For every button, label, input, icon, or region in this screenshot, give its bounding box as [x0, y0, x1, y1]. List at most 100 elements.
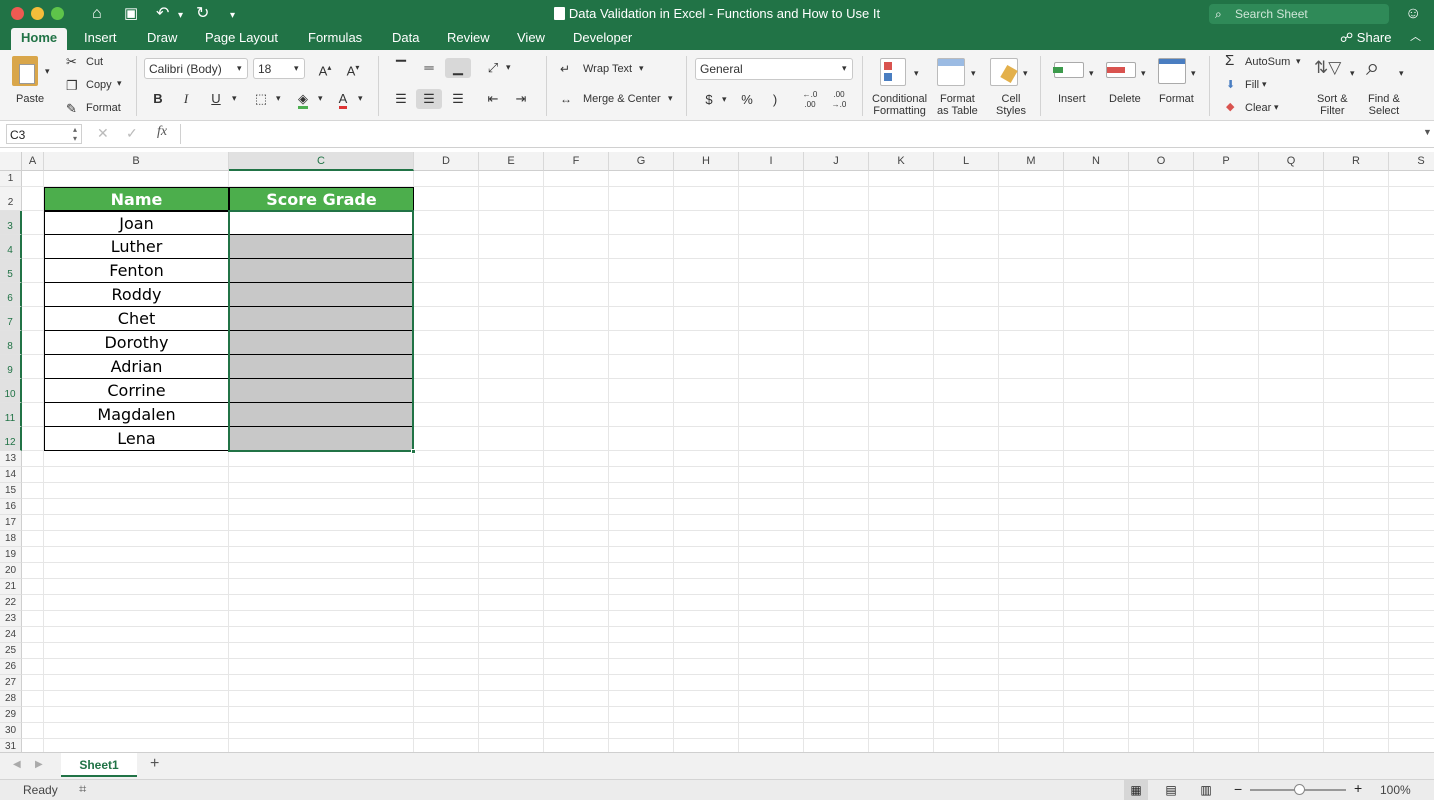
name-cell[interactable]: Lena: [44, 427, 229, 451]
sort-filter-icon[interactable]: ⇅▽: [1314, 58, 1341, 78]
column-header-n[interactable]: N: [1064, 152, 1129, 171]
font-name-select[interactable]: Calibri (Body) ▾: [144, 58, 248, 79]
tab-view[interactable]: View: [507, 28, 555, 50]
row-header-6[interactable]: 6: [0, 283, 22, 307]
format-cells-button[interactable]: Format: [1159, 93, 1194, 105]
italic-button[interactable]: I: [173, 89, 199, 109]
fill-color-dropdown-icon[interactable]: ▾: [318, 93, 323, 104]
row-header-24[interactable]: 24: [0, 627, 22, 643]
search-input[interactable]: ⌕ Search Sheet: [1209, 4, 1389, 24]
row-header-8[interactable]: 8: [0, 331, 22, 355]
paste-label[interactable]: Paste: [16, 93, 44, 105]
paste-icon[interactable]: [12, 56, 38, 86]
row-header-7[interactable]: 7: [0, 307, 22, 331]
column-header-g[interactable]: G: [609, 152, 674, 171]
copy-button[interactable]: Copy: [86, 79, 112, 91]
name-cell[interactable]: Dorothy: [44, 331, 229, 355]
format-table-dropdown-icon[interactable]: ▾: [971, 68, 976, 79]
grade-cell[interactable]: [229, 355, 414, 379]
grade-cell[interactable]: [229, 235, 414, 259]
fill-handle[interactable]: [411, 449, 416, 454]
tab-insert[interactable]: Insert: [74, 28, 127, 50]
column-header-b[interactable]: B: [44, 152, 229, 171]
grade-cell[interactable]: [229, 307, 414, 331]
align-top-icon[interactable]: ▔: [388, 58, 414, 78]
row-header-18[interactable]: 18: [0, 531, 22, 547]
tab-draw[interactable]: Draw: [137, 28, 187, 50]
currency-button[interactable]: $: [696, 90, 722, 110]
format-as-table-icon[interactable]: [937, 58, 965, 86]
column-header-k[interactable]: K: [869, 152, 934, 171]
share-button[interactable]: ☍ Share: [1330, 28, 1402, 50]
name-cell[interactable]: Roddy: [44, 283, 229, 307]
autosum-dropdown-icon[interactable]: ▾: [1296, 56, 1301, 67]
cell-styles-icon[interactable]: [990, 58, 1018, 86]
row-header-22[interactable]: 22: [0, 595, 22, 611]
select-all-corner[interactable]: [0, 152, 22, 171]
font-color-dropdown-icon[interactable]: ▾: [358, 93, 363, 104]
column-header-l[interactable]: L: [934, 152, 999, 171]
active-grade-cell[interactable]: [229, 211, 414, 235]
column-header-o[interactable]: O: [1129, 152, 1194, 171]
format-painter-button[interactable]: Format: [86, 102, 121, 114]
grade-cell[interactable]: [229, 283, 414, 307]
account-icon[interactable]: ☺: [1405, 4, 1421, 24]
find-select-icon[interactable]: ⌕: [1366, 54, 1379, 82]
format-as-table-button[interactable]: Format as Table: [937, 93, 978, 117]
expand-formula-bar-icon[interactable]: ▼: [1423, 127, 1432, 137]
percent-button[interactable]: %: [734, 90, 760, 110]
tab-home[interactable]: Home: [11, 28, 68, 50]
currency-dropdown-icon[interactable]: ▾: [722, 94, 727, 105]
row-header-1[interactable]: 1: [0, 171, 22, 187]
align-bottom-icon[interactable]: ▁: [445, 58, 471, 78]
number-format-select[interactable]: General ▾: [695, 58, 853, 80]
zoom-in-icon[interactable]: +: [1354, 780, 1362, 796]
align-center-icon[interactable]: ☰: [416, 89, 442, 109]
name-cell[interactable]: Magdalen: [44, 403, 229, 427]
prev-sheet-icon[interactable]: ◀: [13, 759, 21, 770]
page-break-view-icon[interactable]: ▥: [1196, 780, 1216, 800]
increase-font-size-icon[interactable]: A▴: [312, 58, 338, 78]
tab-review[interactable]: Review: [437, 28, 500, 50]
tab-page-layout[interactable]: Page Layout: [195, 28, 288, 50]
row-header-20[interactable]: 20: [0, 563, 22, 579]
name-cell[interactable]: Fenton: [44, 259, 229, 283]
grade-cell[interactable]: [229, 427, 414, 451]
column-header-s[interactable]: S: [1389, 152, 1434, 171]
increase-decimal-icon[interactable]: ←.0.00: [797, 90, 823, 110]
column-header-h[interactable]: H: [674, 152, 739, 171]
column-header-f[interactable]: F: [544, 152, 609, 171]
paste-dropdown-icon[interactable]: ▾: [45, 66, 50, 77]
row-header-4[interactable]: 4: [0, 235, 22, 259]
row-header-29[interactable]: 29: [0, 707, 22, 723]
name-cell[interactable]: Adrian: [44, 355, 229, 379]
delete-cells-button[interactable]: Delete: [1109, 93, 1141, 105]
format-cells-icon[interactable]: [1158, 58, 1186, 84]
decrease-decimal-icon[interactable]: .00 →.0: [826, 90, 852, 110]
fill-button[interactable]: Fill: [1245, 79, 1259, 91]
row-header-2[interactable]: 2: [0, 187, 22, 211]
name-cell[interactable]: Luther: [44, 235, 229, 259]
page-layout-view-icon[interactable]: ▤: [1161, 780, 1181, 800]
row-header-12[interactable]: 12: [0, 427, 22, 451]
grade-cell[interactable]: [229, 379, 414, 403]
name-cell[interactable]: Corrine: [44, 379, 229, 403]
column-header-r[interactable]: R: [1324, 152, 1389, 171]
align-right-icon[interactable]: ☰: [445, 89, 471, 109]
orientation-dropdown-icon[interactable]: ▾: [506, 62, 511, 73]
font-size-select[interactable]: 18 ▾: [253, 58, 305, 79]
increase-indent-icon[interactable]: ⇥: [508, 89, 534, 109]
cell-styles-dropdown-icon[interactable]: ▾: [1023, 68, 1028, 79]
header-cell-score-grade[interactable]: Score Grade: [229, 187, 414, 211]
align-left-icon[interactable]: ☰: [388, 89, 414, 109]
clear-button[interactable]: Clear: [1245, 102, 1271, 114]
add-sheet-icon[interactable]: +: [150, 755, 159, 773]
column-header-e[interactable]: E: [479, 152, 544, 171]
clear-dropdown-icon[interactable]: ▾: [1274, 102, 1279, 113]
collapse-ribbon-icon[interactable]: ︿: [1400, 28, 1431, 50]
header-cell-name[interactable]: Name: [44, 187, 229, 211]
fill-dropdown-icon[interactable]: ▾: [1262, 79, 1267, 90]
row-header-21[interactable]: 21: [0, 579, 22, 595]
row-header-31[interactable]: 31: [0, 739, 22, 752]
row-header-30[interactable]: 30: [0, 723, 22, 739]
